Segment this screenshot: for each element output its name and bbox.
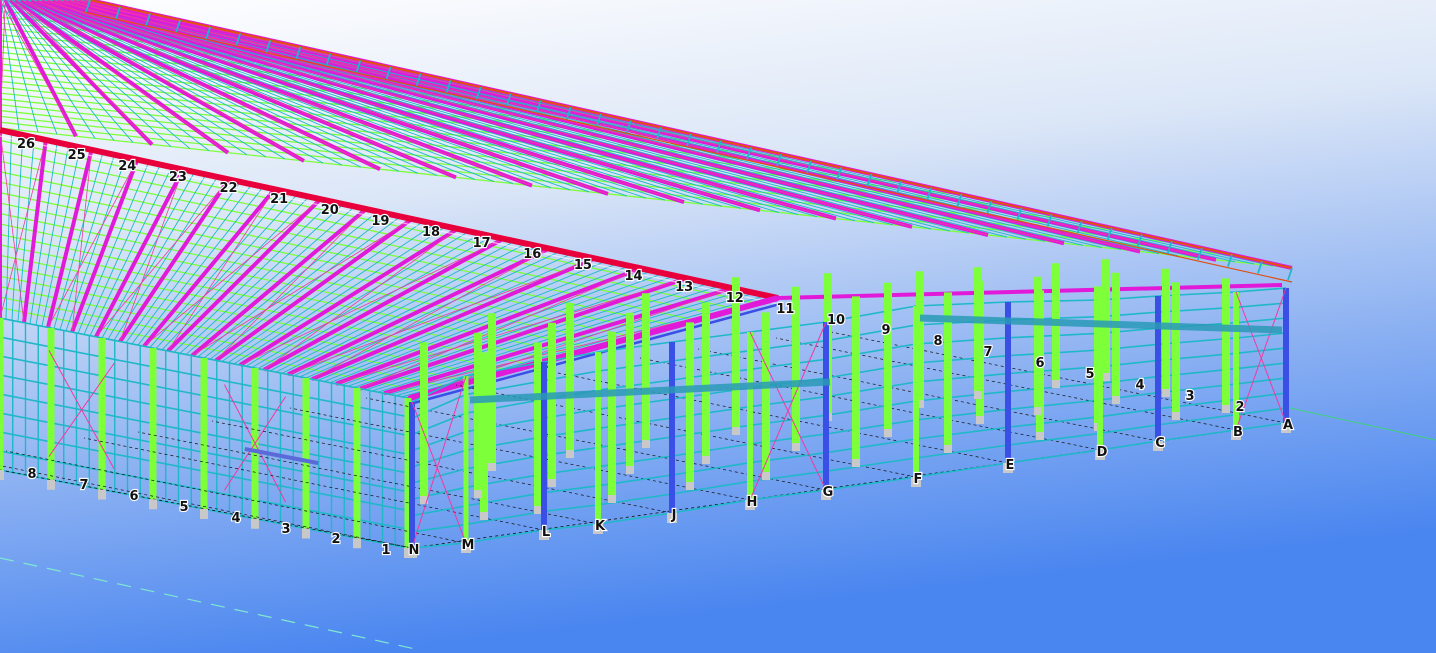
column-footing xyxy=(480,512,488,520)
grid-label-letter: J xyxy=(671,508,677,523)
grid-label-letter: C xyxy=(1155,436,1165,451)
grid-label-left: 4 xyxy=(231,511,240,526)
column-footing xyxy=(944,445,952,453)
column-footing xyxy=(976,416,984,424)
grid-label-letter: M xyxy=(462,538,475,553)
grid-label-left: 7 xyxy=(79,478,88,493)
grid-label-ridge: 13 xyxy=(675,280,693,295)
grid-label-ridge: 19 xyxy=(371,214,389,229)
grid-label-gable: 6 xyxy=(1035,356,1044,371)
column-footing xyxy=(1036,432,1044,440)
column-footing xyxy=(1034,407,1042,415)
grid-label-letter: L xyxy=(542,525,550,540)
grid-label-ridge: 15 xyxy=(574,258,592,273)
grid-label-ridge: 20 xyxy=(321,203,339,218)
grid-label-letter: H xyxy=(747,495,758,510)
grid-label-gable: 5 xyxy=(1085,367,1094,382)
grid-label-letter: E xyxy=(1006,458,1015,473)
grid-label-ridge: 14 xyxy=(624,269,642,284)
column-footing xyxy=(534,506,542,514)
grid-label-letter: B xyxy=(1233,425,1243,440)
grid-label-letter: F xyxy=(914,472,923,487)
column-footing xyxy=(98,489,106,500)
column-footing xyxy=(626,466,634,474)
grid-label-letter: N xyxy=(409,543,420,558)
column-footing xyxy=(1162,389,1170,397)
column-footing xyxy=(251,518,259,529)
grid-label-left: 8 xyxy=(27,467,36,482)
column-footing xyxy=(686,482,694,490)
grid-label-ridge: 26 xyxy=(17,137,35,152)
model-viewport[interactable]: 26 25 24 23 22 21 20 19 18 17 16 15 14 13 12 11 10 9 8 7 6 5 4… xyxy=(0,0,1436,653)
column-footing xyxy=(732,427,740,435)
column-footing xyxy=(548,479,556,487)
grid-label-ridge: 10 xyxy=(827,313,845,328)
column-footing xyxy=(792,443,800,451)
grid-label-ridge: 25 xyxy=(68,148,86,163)
column-footing xyxy=(566,450,574,458)
column-footing xyxy=(1172,412,1180,420)
column-footing xyxy=(1112,396,1120,404)
column-footing xyxy=(642,440,650,448)
grid-label-left: 3 xyxy=(281,522,290,537)
grid-label-ridge: 21 xyxy=(270,192,288,207)
grid-label-ridge: 18 xyxy=(422,225,440,240)
grid-label-left: 1 xyxy=(381,543,390,558)
grid-label-gable: 2 xyxy=(1235,400,1244,415)
grid-label-gable: 9 xyxy=(881,323,890,338)
column-footing xyxy=(608,495,616,503)
grid-label-gable: 8 xyxy=(933,334,942,349)
column-footing xyxy=(702,456,710,464)
grid-label-ridge: 17 xyxy=(473,236,491,251)
grid-label-ridge: 11 xyxy=(776,302,794,317)
grid-label-ridge: 24 xyxy=(118,159,136,174)
grid-label-letter: G xyxy=(823,485,834,500)
grid-label-ridge: 23 xyxy=(169,170,187,185)
grid-label-letter: A xyxy=(1283,418,1293,433)
grid-label-left: 6 xyxy=(129,489,138,504)
column-footing xyxy=(1102,373,1110,381)
column-footing xyxy=(488,463,496,471)
grid-label-gable: 3 xyxy=(1185,389,1194,404)
column-footing xyxy=(762,472,770,480)
grid-label-letter: K xyxy=(595,519,606,534)
column-footing xyxy=(47,479,55,490)
grid-label-left: 5 xyxy=(179,500,188,515)
column-footing xyxy=(0,470,4,480)
column-footing xyxy=(974,391,982,399)
grid-label-letter: D xyxy=(1097,445,1108,460)
grid-label-left: 2 xyxy=(331,532,340,547)
column-footing xyxy=(353,538,361,549)
column-footing xyxy=(884,429,892,437)
grid-label-gable: 7 xyxy=(983,345,992,360)
structural-model-view[interactable]: 2625242322212019181716151413121110987654… xyxy=(0,0,1436,653)
grid-label-ridge: 22 xyxy=(219,181,237,196)
column-footing xyxy=(474,490,482,498)
column-footing xyxy=(200,509,208,519)
column-footing xyxy=(1222,405,1230,413)
column-footing xyxy=(852,459,860,467)
column-footing xyxy=(302,528,310,539)
grid-label-ridge: 12 xyxy=(726,291,744,306)
column-footing xyxy=(1052,380,1060,388)
grid-label-gable: 4 xyxy=(1135,378,1144,393)
column-footing xyxy=(149,499,157,510)
grid-label-ridge: 16 xyxy=(523,247,541,262)
